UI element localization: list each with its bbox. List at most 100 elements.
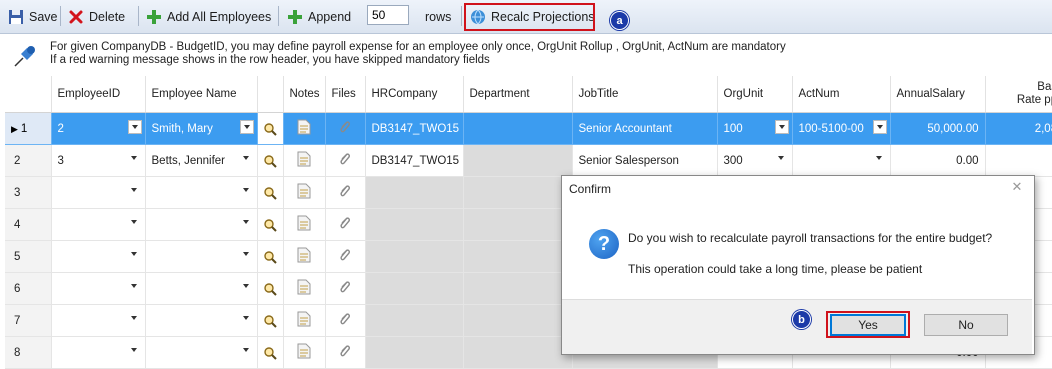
- row-header[interactable]: 3: [5, 176, 52, 209]
- cell-notes[interactable]: [283, 272, 326, 305]
- column-header-base-rate[interactable]: Base Rate ppd: [985, 76, 1052, 113]
- cell-orgunit[interactable]: 100: [717, 112, 793, 145]
- cell-hrcompany[interactable]: DB3147_TWO15: [365, 112, 464, 145]
- rows-count-input[interactable]: [367, 5, 409, 25]
- cell-annualsalary[interactable]: 50,000.00: [890, 112, 986, 145]
- cell-hrcompany[interactable]: [365, 304, 464, 337]
- dropdown-arrow-icon[interactable]: [775, 152, 789, 166]
- row-header[interactable]: 5: [5, 240, 52, 273]
- row-header[interactable]: ▶ 1: [5, 112, 52, 145]
- cell-lookup[interactable]: [257, 304, 284, 337]
- cell-notes[interactable]: [283, 112, 326, 145]
- dropdown-arrow-icon[interactable]: [127, 120, 142, 134]
- dropdown-arrow-icon[interactable]: [240, 152, 254, 166]
- dropdown-arrow-icon[interactable]: [873, 152, 887, 166]
- cell-employeeid[interactable]: [51, 208, 146, 241]
- cell-department[interactable]: [463, 144, 573, 177]
- cell-lookup[interactable]: [257, 240, 284, 273]
- cell-notes[interactable]: [283, 240, 326, 273]
- dropdown-arrow-icon[interactable]: [128, 344, 142, 358]
- dropdown-arrow-icon[interactable]: [240, 216, 254, 230]
- cell-employee-name[interactable]: [145, 240, 258, 273]
- cell-employee-name[interactable]: Smith, Mary: [145, 112, 258, 145]
- cell-files[interactable]: [325, 176, 366, 209]
- close-icon[interactable]: ✕: [1010, 180, 1024, 194]
- dropdown-arrow-icon[interactable]: [128, 184, 142, 198]
- dropdown-arrow-icon[interactable]: [239, 120, 254, 134]
- cell-employeeid[interactable]: [51, 272, 146, 305]
- column-header-annualsalary[interactable]: AnnualSalary: [890, 76, 986, 113]
- cell-department[interactable]: [463, 112, 573, 145]
- cell-base-rate[interactable]: 0: [985, 144, 1052, 177]
- cell-hrcompany[interactable]: [365, 176, 464, 209]
- dropdown-arrow-icon[interactable]: [128, 248, 142, 262]
- cell-employee-name[interactable]: Betts, Jennifer: [145, 144, 258, 177]
- cell-files[interactable]: [325, 144, 366, 177]
- cell-notes[interactable]: [283, 144, 326, 177]
- cell-jobtitle[interactable]: Senior Accountant: [572, 112, 718, 145]
- dropdown-arrow-icon[interactable]: [128, 280, 142, 294]
- cell-notes[interactable]: [283, 304, 326, 337]
- column-header-notes[interactable]: Notes: [283, 76, 326, 113]
- cell-hrcompany[interactable]: [365, 240, 464, 273]
- cell-files[interactable]: [325, 208, 366, 241]
- cell-employee-name[interactable]: [145, 272, 258, 305]
- dropdown-arrow-icon[interactable]: [240, 248, 254, 262]
- cell-hrcompany[interactable]: [365, 208, 464, 241]
- dropdown-arrow-icon[interactable]: [240, 344, 254, 358]
- column-header-jobtitle[interactable]: JobTitle: [572, 76, 718, 113]
- cell-actnum[interactable]: [792, 144, 891, 177]
- row-header[interactable]: 7: [5, 304, 52, 337]
- cell-lookup[interactable]: [257, 176, 284, 209]
- cell-lookup[interactable]: [257, 112, 284, 145]
- cell-annualsalary[interactable]: 0.00: [890, 144, 986, 177]
- cell-base-rate[interactable]: 2,083: [985, 112, 1052, 145]
- column-header-files[interactable]: Files: [325, 76, 366, 113]
- dropdown-arrow-icon[interactable]: [128, 312, 142, 326]
- cell-notes[interactable]: [283, 208, 326, 241]
- delete-button[interactable]: Delete: [68, 0, 125, 33]
- cell-orgunit[interactable]: 300: [717, 144, 793, 177]
- cell-department[interactable]: [463, 304, 573, 337]
- cell-employeeid[interactable]: [51, 176, 146, 209]
- column-header-hrcompany[interactable]: HRCompany: [365, 76, 464, 113]
- cell-department[interactable]: [463, 240, 573, 273]
- dropdown-arrow-icon[interactable]: [128, 216, 142, 230]
- cell-hrcompany[interactable]: DB3147_TWO15: [365, 144, 464, 177]
- dropdown-arrow-icon[interactable]: [128, 152, 142, 166]
- cell-department[interactable]: [463, 176, 573, 209]
- cell-department[interactable]: [463, 272, 573, 305]
- column-header-department[interactable]: Department: [463, 76, 573, 113]
- dropdown-arrow-icon[interactable]: [240, 184, 254, 198]
- cell-files[interactable]: [325, 272, 366, 305]
- cell-files[interactable]: [325, 240, 366, 273]
- table-row[interactable]: 2 3 Betts, Jennifer DB3147_TWO15 Senior Sale…: [5, 144, 1052, 177]
- save-button[interactable]: Save: [8, 0, 58, 33]
- cell-jobtitle[interactable]: Senior Salesperson: [572, 144, 718, 177]
- dropdown-arrow-icon[interactable]: [240, 312, 254, 326]
- cell-lookup[interactable]: [257, 208, 284, 241]
- cell-files[interactable]: [325, 304, 366, 337]
- row-header[interactable]: 2: [5, 144, 52, 177]
- row-header[interactable]: 4: [5, 208, 52, 241]
- add-all-employees-button[interactable]: Add All Employees: [146, 0, 271, 33]
- cell-files[interactable]: [325, 112, 366, 145]
- column-header-orgunit[interactable]: OrgUnit: [717, 76, 793, 113]
- cell-department[interactable]: [463, 208, 573, 241]
- cell-employee-name[interactable]: [145, 208, 258, 241]
- cell-lookup[interactable]: [257, 272, 284, 305]
- cell-employeeid[interactable]: 3: [51, 144, 146, 177]
- column-header-employeeid[interactable]: EmployeeID: [51, 76, 146, 113]
- cell-notes[interactable]: [283, 176, 326, 209]
- cell-lookup[interactable]: [257, 144, 284, 177]
- column-header-actnum[interactable]: ActNum: [792, 76, 891, 113]
- no-button[interactable]: No: [924, 314, 1008, 336]
- dropdown-arrow-icon[interactable]: [774, 120, 789, 134]
- dropdown-arrow-icon[interactable]: [872, 120, 887, 134]
- cell-employee-name[interactable]: [145, 304, 258, 337]
- cell-employeeid[interactable]: [51, 240, 146, 273]
- cell-employeeid[interactable]: 2: [51, 112, 146, 145]
- row-header[interactable]: 6: [5, 272, 52, 305]
- column-header-employee-name[interactable]: Employee Name: [145, 76, 258, 113]
- cell-actnum[interactable]: 100-5100-00: [792, 112, 891, 145]
